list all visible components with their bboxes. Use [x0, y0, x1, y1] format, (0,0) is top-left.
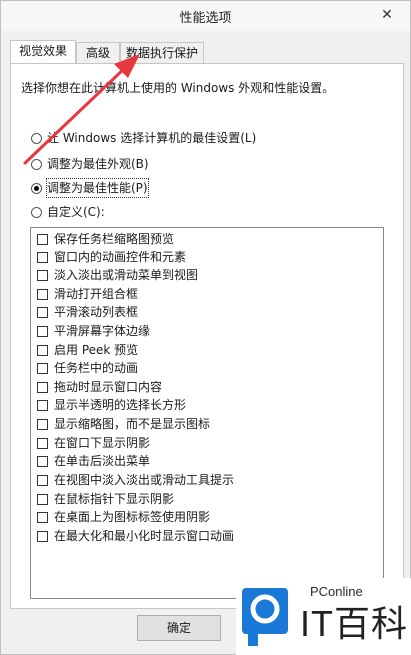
list-item[interactable]: 在最大化和最小化时显示窗口动画 — [37, 527, 234, 545]
magnifier-logo-icon — [242, 588, 288, 646]
checkbox[interactable] — [37, 325, 48, 337]
radio-label: 调整为最佳性能(P) — [46, 178, 149, 198]
checkbox-label: 平滑屏幕字体边缘 — [54, 324, 151, 338]
title-bar: 性能选项 ✕ — [1, 1, 410, 31]
list-item[interactable]: 拖动时显示窗口内容 — [37, 378, 162, 396]
list-item[interactable]: 在单击后淡出菜单 — [37, 452, 150, 470]
tab-visual-effects[interactable]: 视觉效果 — [10, 40, 76, 63]
radio-label: 让 Windows 选择计算机的最佳设置(L) — [47, 131, 257, 145]
list-item[interactable]: 在窗口下显示阴影 — [37, 434, 150, 452]
tab-advanced[interactable]: 高级 — [76, 42, 120, 63]
radio-button[interactable] — [31, 132, 42, 144]
checkbox[interactable] — [37, 269, 48, 281]
radio-custom[interactable]: 自定义(C): — [31, 203, 105, 221]
effects-list[interactable]: 保存任务栏缩略图预览 窗口内的动画控件和元素 淡入淡出或滑动菜单到视图 滑动打开… — [30, 227, 384, 599]
checkbox-label: 任务栏中的动画 — [54, 361, 139, 375]
window-title: 性能选项 — [179, 11, 232, 26]
checkbox-label: 在最大化和最小化时显示窗口动画 — [54, 529, 235, 543]
checkbox[interactable] — [37, 344, 48, 356]
checkbox-label: 启用 Peek 预览 — [54, 343, 139, 357]
radio-button-selected[interactable] — [31, 182, 42, 194]
checkbox[interactable] — [37, 493, 48, 505]
checkbox-label: 拖动时显示窗口内容 — [54, 380, 163, 394]
checkbox-label: 平滑滚动列表框 — [54, 305, 139, 319]
checkbox[interactable] — [37, 233, 48, 245]
checkbox[interactable] — [37, 288, 48, 300]
watermark-small-text: PConline — [310, 584, 363, 599]
list-item[interactable]: 窗口内的动画控件和元素 — [37, 248, 186, 266]
list-item[interactable]: 淡入淡出或滑动菜单到视图 — [37, 266, 198, 284]
close-icon[interactable]: ✕ — [374, 4, 400, 26]
checkbox-label: 窗口内的动画控件和元素 — [54, 250, 187, 264]
radio-best-appearance[interactable]: 调整为最佳外观(B) — [31, 155, 149, 173]
checkbox[interactable] — [37, 474, 48, 486]
tab-data-execution-prevention[interactable]: 数据执行保护 — [120, 42, 204, 63]
radio-label: 自定义(C): — [47, 205, 105, 219]
list-item[interactable]: 在视图中淡入淡出或滑动工具提示 — [37, 471, 234, 489]
checkbox[interactable] — [37, 437, 48, 449]
checkbox[interactable] — [37, 418, 48, 430]
performance-options-dialog: 性能选项 ✕ 视觉效果 高级 数据执行保护 选择你想在此计算机上使用的 Wind… — [0, 0, 411, 655]
list-item[interactable]: 显示缩略图，而不是显示图标 — [37, 415, 210, 433]
list-item[interactable]: 启用 Peek 预览 — [37, 341, 138, 359]
radio-label: 调整为最佳外观(B) — [47, 157, 149, 171]
checkbox-label: 显示半透明的选择长方形 — [54, 398, 187, 412]
checkbox-label: 在鼠标指针下显示阴影 — [54, 492, 175, 506]
checkbox-label: 在单击后淡出菜单 — [54, 454, 151, 468]
checkbox[interactable] — [37, 399, 48, 411]
checkbox[interactable] — [37, 530, 48, 542]
checkbox[interactable] — [37, 511, 48, 523]
checkbox-label: 淡入淡出或滑动菜单到视图 — [54, 268, 199, 282]
ok-button[interactable]: 确定 — [137, 615, 221, 641]
list-item[interactable]: 保存任务栏缩略图预览 — [37, 230, 174, 248]
checkbox-label: 在窗口下显示阴影 — [54, 436, 151, 450]
radio-best-performance[interactable]: 调整为最佳性能(P) — [31, 178, 149, 198]
checkbox[interactable] — [37, 455, 48, 467]
radio-button[interactable] — [31, 206, 42, 218]
radio-let-windows-choose[interactable]: 让 Windows 选择计算机的最佳设置(L) — [31, 129, 256, 147]
list-item[interactable]: 平滑屏幕字体边缘 — [37, 322, 150, 340]
checkbox-label: 在桌面上为图标标签使用阴影 — [54, 510, 211, 524]
radio-button[interactable] — [31, 158, 42, 170]
list-item[interactable]: 在鼠标指针下显示阴影 — [37, 490, 174, 508]
checkbox[interactable] — [37, 381, 48, 393]
list-item[interactable]: 在桌面上为图标标签使用阴影 — [37, 508, 210, 526]
checkbox-label: 滑动打开组合框 — [54, 287, 139, 301]
checkbox[interactable] — [37, 306, 48, 318]
description-text: 选择你想在此计算机上使用的 Windows 外观和性能设置。 — [21, 81, 335, 95]
watermark-big-text: IT百科 — [300, 603, 408, 644]
list-item[interactable]: 显示半透明的选择长方形 — [37, 396, 186, 414]
list-item[interactable]: 任务栏中的动画 — [37, 359, 138, 377]
checkbox-label: 在视图中淡入淡出或滑动工具提示 — [54, 473, 235, 487]
checkbox[interactable] — [37, 251, 48, 263]
list-item[interactable]: 滑动打开组合框 — [37, 285, 138, 303]
list-item[interactable]: 平滑滚动列表框 — [37, 303, 138, 321]
watermark-logo: PConline IT百科 — [236, 578, 411, 655]
checkbox[interactable] — [37, 362, 48, 374]
checkbox-label: 保存任务栏缩略图预览 — [54, 232, 175, 246]
checkbox-label: 显示缩略图，而不是显示图标 — [54, 417, 211, 431]
